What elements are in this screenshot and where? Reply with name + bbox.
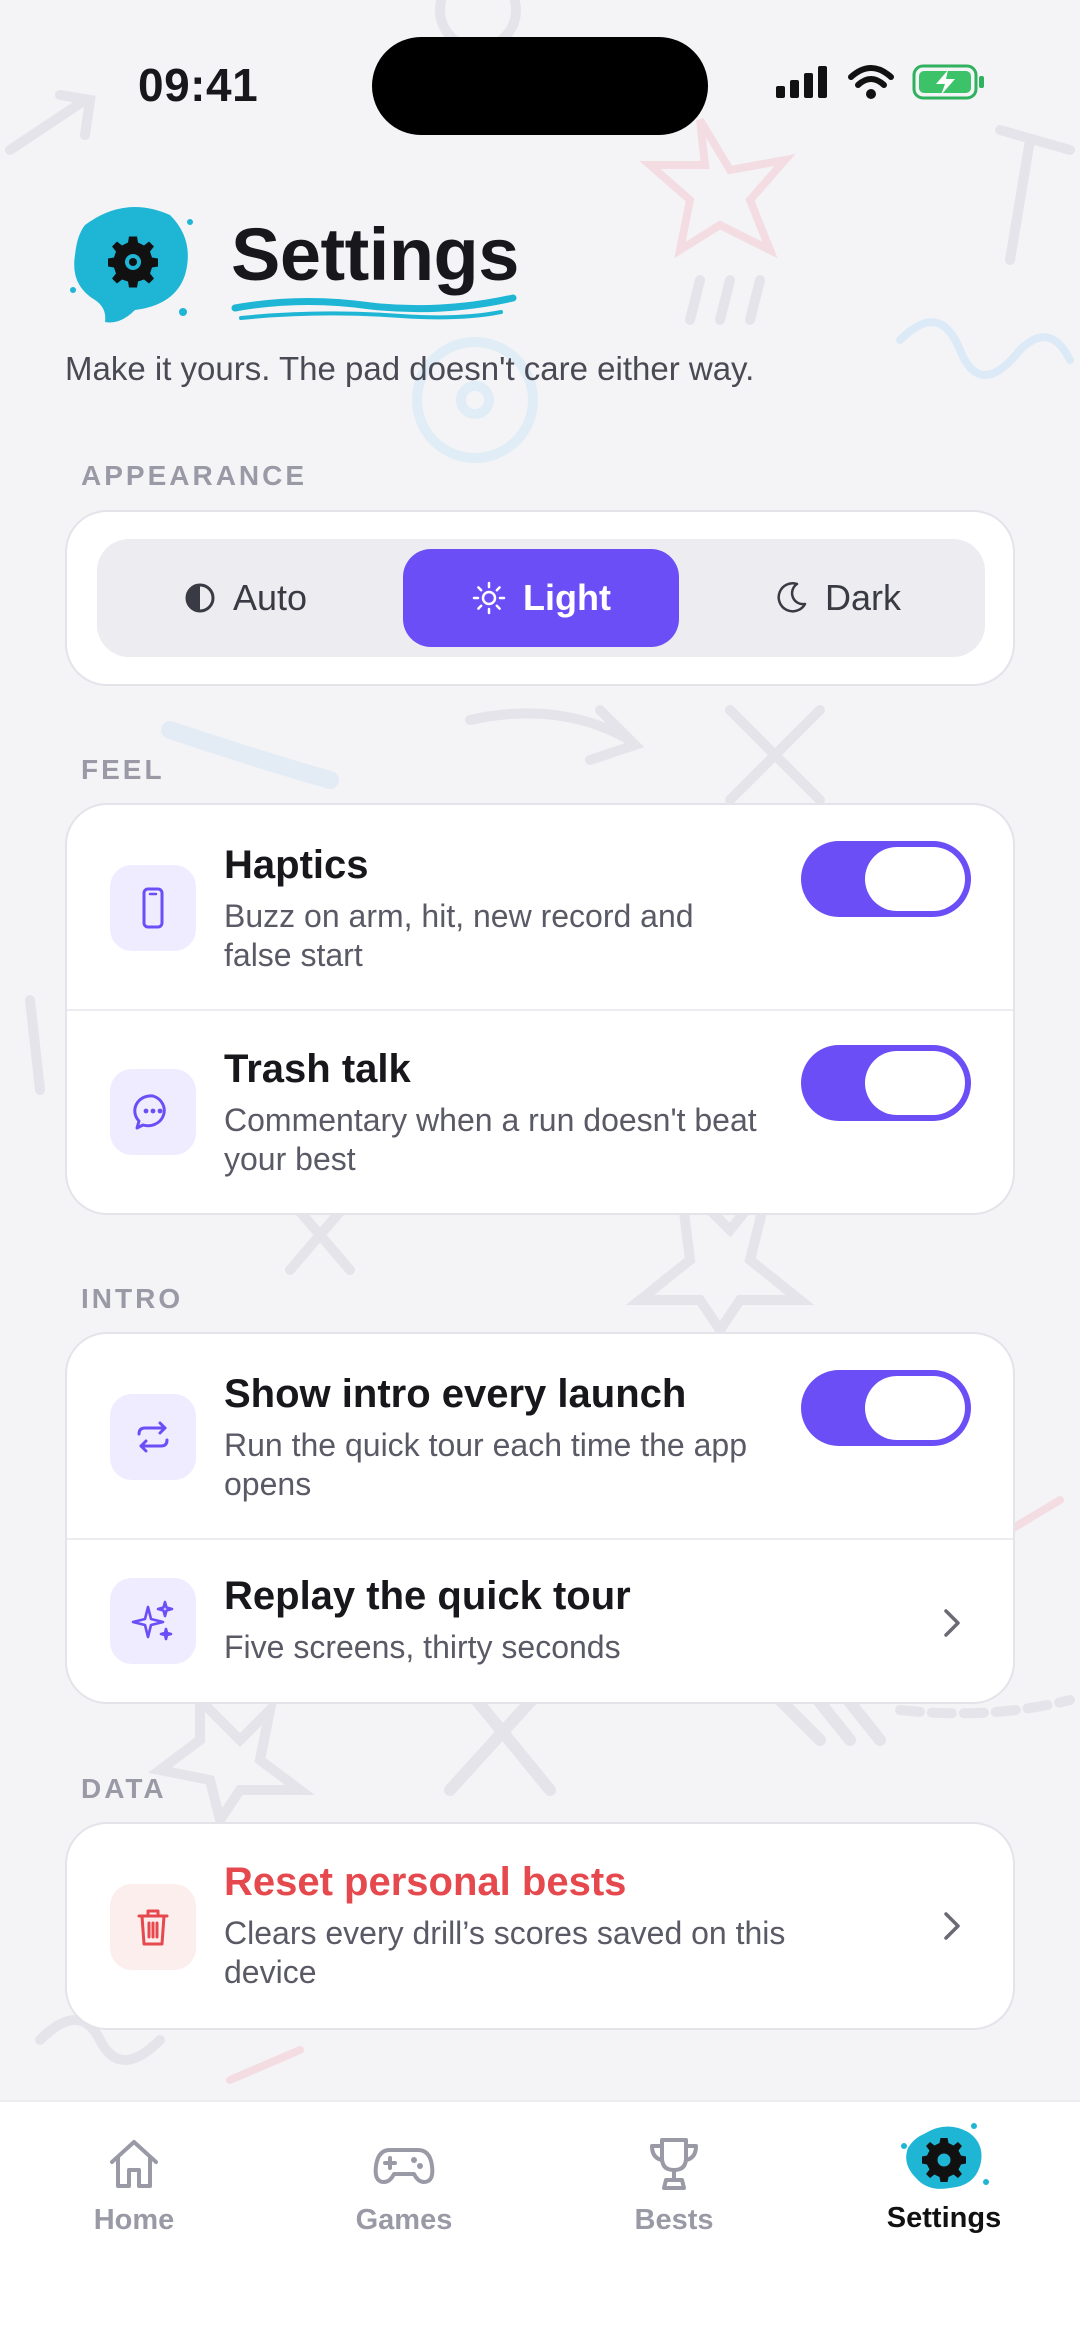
trash-icon (110, 1884, 196, 1970)
repeat-icon (110, 1394, 196, 1480)
trophy-icon (650, 2138, 698, 2190)
sparkles-icon (110, 1578, 196, 1664)
dynamic-island (372, 37, 708, 135)
section-label-appearance: APPEARANCE (81, 460, 308, 491)
tab-home[interactable]: Home (34, 2132, 234, 2237)
tab-label: Home (93, 2204, 175, 2236)
trash-talk-toggle[interactable] (801, 1045, 971, 1121)
half-circle-icon (185, 583, 215, 613)
status-time: 09:41 (138, 59, 259, 111)
status-bar: 09:41 (0, 0, 1080, 150)
setting-description: Five screens, thirty seconds (224, 1629, 621, 1665)
page-title: Settings (231, 213, 519, 296)
appearance-card: Auto Light Dark (65, 510, 1015, 686)
section-label-feel: FEEL (81, 754, 165, 785)
section-label-data: DATA (81, 1773, 167, 1804)
theme-option-auto[interactable]: Auto (107, 549, 383, 647)
toggle-knob (865, 847, 965, 911)
chat-bubble-icon (110, 1069, 196, 1155)
theme-option-auto-label: Auto (232, 577, 308, 618)
setting-title: Haptics (224, 843, 369, 887)
setting-description: Buzz on arm, hit, new record and false s… (224, 898, 694, 973)
feel-card: Haptics Buzz on arm, hit, new record and… (65, 803, 1015, 1215)
theme-option-dark-label: Dark (824, 577, 901, 618)
tab-label: Settings (886, 2202, 1002, 2234)
setting-title: Reset personal bests (224, 1860, 627, 1904)
tab-label: Games (355, 2204, 453, 2236)
moon-icon (777, 582, 807, 613)
tab-label: Bests (634, 2204, 714, 2236)
chevron-right-icon (944, 1912, 960, 1940)
toggle-knob (865, 1051, 965, 1115)
setting-description: Run the quick tour each time the app ope… (224, 1427, 747, 1502)
settings-logo-icon (70, 207, 193, 323)
setting-description: Commentary when a run doesn't beat your … (224, 1102, 757, 1177)
show-intro-toggle[interactable] (801, 1370, 971, 1446)
setting-row-reset-bests[interactable]: Reset personal bests Clears every drill’… (67, 1824, 1013, 2028)
wifi-icon (848, 65, 894, 99)
theme-option-light-label: Light (523, 577, 611, 618)
setting-title: Replay the quick tour (224, 1574, 631, 1618)
setting-title: Trash talk (224, 1047, 411, 1091)
tab-games[interactable]: Games (304, 2132, 504, 2237)
setting-row-haptics[interactable]: Haptics Buzz on arm, hit, new record and… (67, 805, 1013, 1009)
haptics-toggle[interactable] (801, 841, 971, 917)
tab-settings[interactable]: Settings (844, 2123, 1044, 2235)
toggle-knob (865, 1376, 965, 1440)
status-icons (776, 64, 986, 100)
title-underline (231, 294, 517, 320)
chevron-right-icon (944, 1609, 960, 1637)
tab-bar: Home Games Bests Settings (0, 2100, 1080, 2350)
battery-icon (912, 64, 984, 100)
page-subtitle: Make it yours. The pad doesn't care eith… (65, 350, 755, 387)
phone-icon (110, 865, 196, 951)
data-card: Reset personal bests Clears every drill’… (65, 1822, 1015, 2030)
theme-option-dark[interactable]: Dark (699, 549, 975, 647)
setting-row-replay-tour[interactable]: Replay the quick tour Five screens, thir… (67, 1538, 1013, 1702)
gear-icon (901, 2123, 989, 2189)
setting-row-show-intro[interactable]: Show intro every launch Run the quick to… (67, 1334, 1013, 1538)
theme-option-light[interactable]: Light (403, 549, 679, 647)
setting-description: Clears every drill’s scores saved on thi… (224, 1915, 786, 1990)
setting-title: Show intro every launch (224, 1372, 687, 1416)
gamepad-icon (373, 2148, 435, 2184)
home-icon (110, 2140, 158, 2188)
section-label-intro: INTRO (81, 1283, 184, 1314)
tab-bests[interactable]: Bests (574, 2132, 774, 2237)
setting-row-trash-talk[interactable]: Trash talk Commentary when a run doesn't… (67, 1009, 1013, 1213)
intro-card: Show intro every launch Run the quick to… (65, 1332, 1015, 1704)
signal-icon (776, 66, 827, 98)
sun-icon (472, 581, 506, 615)
theme-segmented-control: Auto Light Dark (97, 539, 985, 657)
